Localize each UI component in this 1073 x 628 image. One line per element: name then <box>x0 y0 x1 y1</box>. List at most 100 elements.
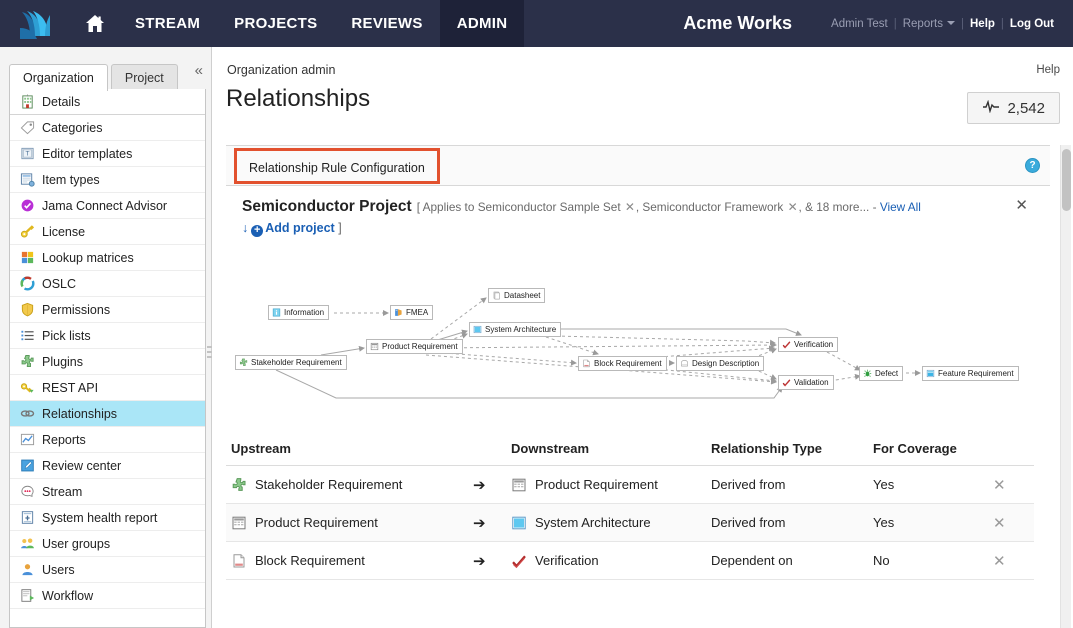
nav-link-projects[interactable]: PROJECTS <box>217 0 334 47</box>
nav-link-admin[interactable]: ADMIN <box>439 0 525 47</box>
validation-icon <box>782 378 791 387</box>
product-req-icon <box>370 342 379 351</box>
add-project-link[interactable]: Add project <box>265 221 334 235</box>
chevron-double-left-icon[interactable]: « <box>195 63 203 78</box>
sidebar-item-reports[interactable]: Reports <box>10 427 205 453</box>
comment-icon <box>19 484 35 500</box>
sidebar-resize-handle[interactable] <box>206 337 213 367</box>
help-link-top[interactable]: Help <box>965 18 1000 30</box>
sidebar-item-rest-api[interactable]: REST API <box>10 375 205 401</box>
sidebar-item-label: Review center <box>42 458 122 473</box>
diagram-node-label: Verification <box>794 340 834 349</box>
delete-rule-button[interactable]: ✕ <box>993 552 1034 570</box>
sidebar-item-details[interactable]: Details <box>10 89 205 115</box>
help-badge-icon[interactable]: ? <box>1025 158 1040 173</box>
breadcrumb: Organization admin <box>227 63 336 77</box>
user-groups-icon <box>19 536 35 552</box>
cell-for-coverage: No <box>873 553 890 568</box>
relationship-count-badge[interactable]: 2,542 <box>967 92 1060 124</box>
sidebar-item-plugins[interactable]: Plugins <box>10 349 205 375</box>
cell-downstream: Verification <box>511 553 711 569</box>
diagram-edges <box>275 297 921 399</box>
diagram-node-label: FMEA <box>406 308 429 317</box>
diagram-node-product-requirement[interactable]: Product Requirement <box>366 339 463 354</box>
tab-organization[interactable]: Organization <box>9 64 108 91</box>
table-row[interactable]: Product Requirement ➔ System Architecture D… <box>226 504 1034 542</box>
api-key-icon <box>19 380 35 396</box>
diagram-node-information[interactable]: Information <box>268 305 330 320</box>
sidebar-item-label: Stream <box>42 484 83 499</box>
sidebar-item-relationships[interactable]: Relationships <box>10 401 205 427</box>
column-header-relationship-type: Relationship Type <box>711 441 822 456</box>
diagram-node-defect[interactable]: Defect <box>859 366 904 381</box>
downstream-label: Verification <box>535 553 599 568</box>
building-icon <box>19 94 35 110</box>
diagram-node-block-requirement[interactable]: Block Requirement <box>578 356 667 371</box>
applies-item-1: Semiconductor Framework <box>642 200 784 214</box>
sidebar-item-item-types[interactable]: Item types <box>10 167 205 193</box>
cell-for-coverage: Yes <box>873 477 895 492</box>
diagram-node-verification[interactable]: Verification <box>778 337 839 352</box>
diagram-node-fmea[interactable]: FMEA <box>390 305 434 320</box>
sidebar-item-stream[interactable]: Stream <box>10 479 205 505</box>
relationship-diagram: Information FMEA Datasheet System Architect… <box>226 286 1034 411</box>
jama-logo-icon[interactable] <box>0 0 72 47</box>
account-user[interactable]: Admin Test <box>826 18 893 30</box>
view-all-link[interactable]: View All <box>880 200 921 214</box>
sidebar-item-license[interactable]: License <box>10 219 205 245</box>
nav-link-stream[interactable]: STREAM <box>118 0 217 47</box>
sidebar-item-oslc[interactable]: OSLC <box>10 271 205 297</box>
sidebar-item-label: Lookup matrices <box>42 250 134 265</box>
plus-icon[interactable]: + <box>251 224 264 237</box>
sidebar-item-permissions[interactable]: Permissions <box>10 297 205 323</box>
tag-icon <box>19 120 35 136</box>
applies-prefix: [ Applies to <box>416 200 475 214</box>
template-icon: T <box>19 146 35 162</box>
diagram-node-stakeholder-requirement[interactable]: Stakeholder Requirement <box>235 355 347 370</box>
table-row[interactable]: Block Requirement ➔ Verification Dependent … <box>226 542 1034 580</box>
sidebar-item-workflow[interactable]: Workflow <box>10 583 205 609</box>
sidebar-item-review-center[interactable]: Review center <box>10 453 205 479</box>
table-row[interactable]: Stakeholder Requirement ➔ Product Requirem… <box>226 466 1034 504</box>
arrow-right-icon: ➔ <box>473 476 486 494</box>
cell-relationship-type: Dependent on <box>711 553 793 568</box>
sidebar-item-label: Details <box>42 94 81 109</box>
diagram-node-system-architecture[interactable]: System Architecture <box>469 322 562 337</box>
sidebar-item-users[interactable]: Users <box>10 557 205 583</box>
sidebar-item-editor-templates[interactable]: T Editor templates <box>10 141 205 167</box>
sidebar-item-pick-lists[interactable]: Pick lists <box>10 323 205 349</box>
sidebar-item-categories[interactable]: Categories <box>10 115 205 141</box>
sidebar-item-lookup-matrices[interactable]: Lookup matrices <box>10 245 205 271</box>
delete-rule-button[interactable]: ✕ <box>993 476 1034 494</box>
chevron-down-icon <box>947 21 955 26</box>
datasheet-icon <box>492 291 501 300</box>
delete-rule-button[interactable]: ✕ <box>993 514 1034 532</box>
cell-downstream: Product Requirement <box>511 477 711 493</box>
sidebar-item-user-groups[interactable]: User groups <box>10 531 205 557</box>
help-link[interactable]: Help <box>1036 64 1060 76</box>
reports-menu[interactable]: Reports <box>898 18 960 30</box>
tab-project[interactable]: Project <box>110 64 178 91</box>
sidebar-item-system-health-report[interactable]: System health report <box>10 505 205 531</box>
diagram-node-feature-requirement[interactable]: Feature Requirement <box>922 366 1019 381</box>
vertical-scrollbar[interactable] <box>1060 145 1071 628</box>
cell-upstream: Stakeholder Requirement <box>231 477 473 493</box>
relationship-panel: Relationship Rule Configuration ? Semico… <box>226 145 1050 628</box>
nav-link-reviews[interactable]: REVIEWS <box>334 0 439 47</box>
logout-link[interactable]: Log Out <box>1005 18 1059 30</box>
rule-applies-to: [ Applies to Semiconductor Sample Set ✕,… <box>416 200 921 214</box>
tab-relationship-rule-configuration[interactable]: Relationship Rule Configuration <box>234 147 440 184</box>
sysarch-icon <box>511 515 527 531</box>
remove-applies-item-1-icon[interactable]: ✕ <box>787 200 799 214</box>
downstream-label: System Architecture <box>535 515 651 530</box>
remove-applies-item-0-icon[interactable]: ✕ <box>624 200 636 214</box>
diagram-node-datasheet[interactable]: Datasheet <box>488 288 546 303</box>
diagram-node-label: Information <box>284 308 325 317</box>
diagram-node-design-description[interactable]: Design Description <box>676 356 765 371</box>
home-icon[interactable] <box>72 0 118 47</box>
diagram-node-label: System Architecture <box>485 325 557 334</box>
sidebar-item-jama-connect-advisor[interactable]: Jama Connect Advisor <box>10 193 205 219</box>
close-icon[interactable]: ✕ <box>1015 198 1028 213</box>
diagram-node-validation[interactable]: Validation <box>778 375 834 390</box>
scrollbar-thumb[interactable] <box>1062 149 1071 211</box>
